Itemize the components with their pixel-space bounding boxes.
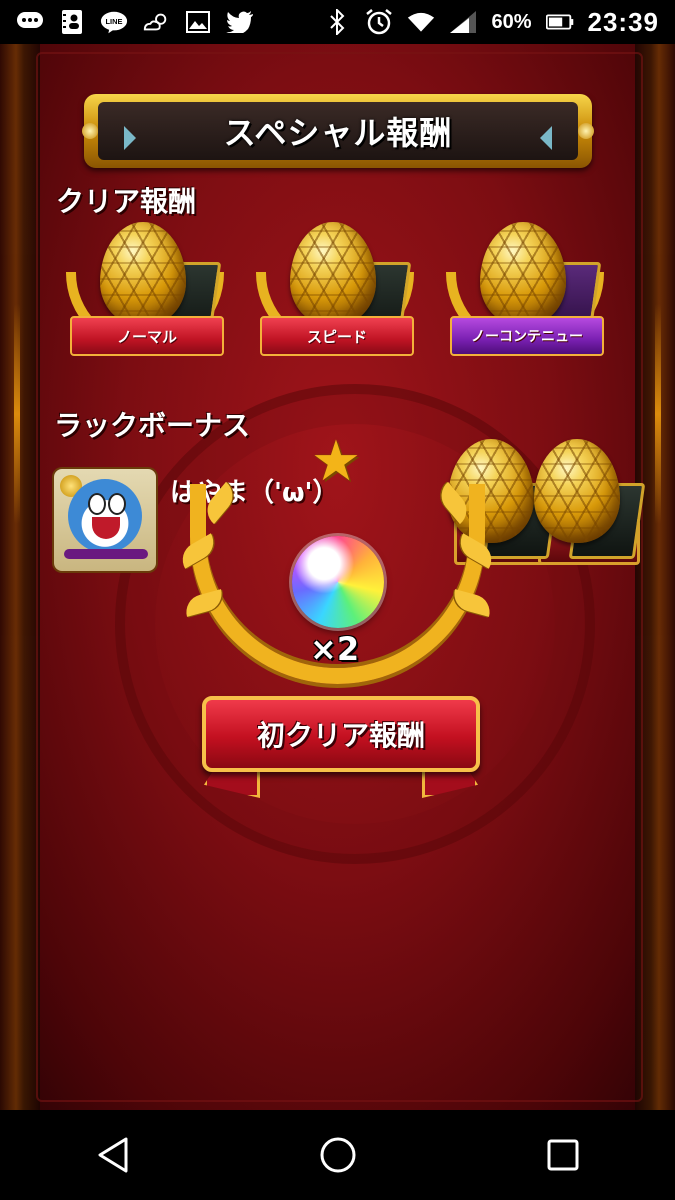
reward-label: スピード xyxy=(260,316,414,356)
rivet-icon xyxy=(578,123,594,139)
reward-normal[interactable]: ノーマル xyxy=(60,222,230,392)
clear-reward-title: クリア報酬 xyxy=(56,185,197,218)
reward-no-continue[interactable]: ノーコンテニュー xyxy=(440,222,610,392)
collar xyxy=(64,549,148,559)
player-avatar[interactable] xyxy=(54,469,156,571)
page-title: スペシャル報酬 xyxy=(223,114,453,152)
chat-bubble-icon xyxy=(16,10,44,34)
first-clear-ribbon: 初クリア報酬 xyxy=(202,696,480,772)
gold-egg-icon xyxy=(480,222,566,326)
home-icon xyxy=(320,1137,355,1173)
recents-icon xyxy=(547,1139,578,1171)
character-face xyxy=(68,479,142,553)
line-app-icon: LINE xyxy=(100,10,128,34)
gold-egg-icon xyxy=(100,222,186,326)
recents-button[interactable] xyxy=(533,1125,593,1185)
bluetooth-icon xyxy=(323,9,351,35)
wifi-icon xyxy=(407,10,435,34)
eye xyxy=(88,493,106,515)
weather-icon xyxy=(142,10,170,34)
special-reward-header: スペシャル報酬 xyxy=(82,94,594,168)
back-icon xyxy=(98,1137,127,1173)
battery-percent: 60% xyxy=(491,10,532,33)
gold-egg-icon xyxy=(534,439,620,543)
star-icon: ★ xyxy=(310,429,362,494)
gold-egg-icon xyxy=(290,222,376,326)
home-button[interactable] xyxy=(308,1125,368,1185)
clock-time: 23:39 xyxy=(587,6,659,37)
luck-reward-item xyxy=(534,439,646,559)
game-screen: スペシャル報酬 クリア報酬 ノーマル スピード ノーコンテニュー ラックボーナス… xyxy=(0,44,675,1110)
alarm-icon xyxy=(365,9,393,35)
status-bar: LINE 60% 23:39 xyxy=(0,0,675,44)
rivet-icon xyxy=(82,123,98,139)
reward-label: ノーコンテニュー xyxy=(450,316,604,356)
arrow-left-icon xyxy=(124,126,136,150)
signal-icon xyxy=(449,10,477,34)
gallery-icon xyxy=(184,10,212,34)
reward-label: ノーマル xyxy=(70,316,224,356)
reward-speed[interactable]: スピード xyxy=(250,222,420,392)
contact-card-icon xyxy=(58,10,86,34)
first-clear-label: 初クリア報酬 xyxy=(256,719,425,752)
eye xyxy=(108,493,126,515)
frame-left xyxy=(0,44,40,1110)
twitter-icon xyxy=(226,10,254,34)
navigation-bar xyxy=(0,1110,675,1200)
rainbow-orb-icon xyxy=(292,536,384,628)
back-button[interactable] xyxy=(83,1125,143,1185)
battery-icon xyxy=(545,10,574,34)
arrow-right-icon xyxy=(540,126,552,150)
first-clear-reward-popup[interactable]: ★ ×2 初クリア報酬 xyxy=(170,434,505,814)
reward-count: ×2 xyxy=(310,630,360,668)
svg-text:LINE: LINE xyxy=(106,17,123,26)
